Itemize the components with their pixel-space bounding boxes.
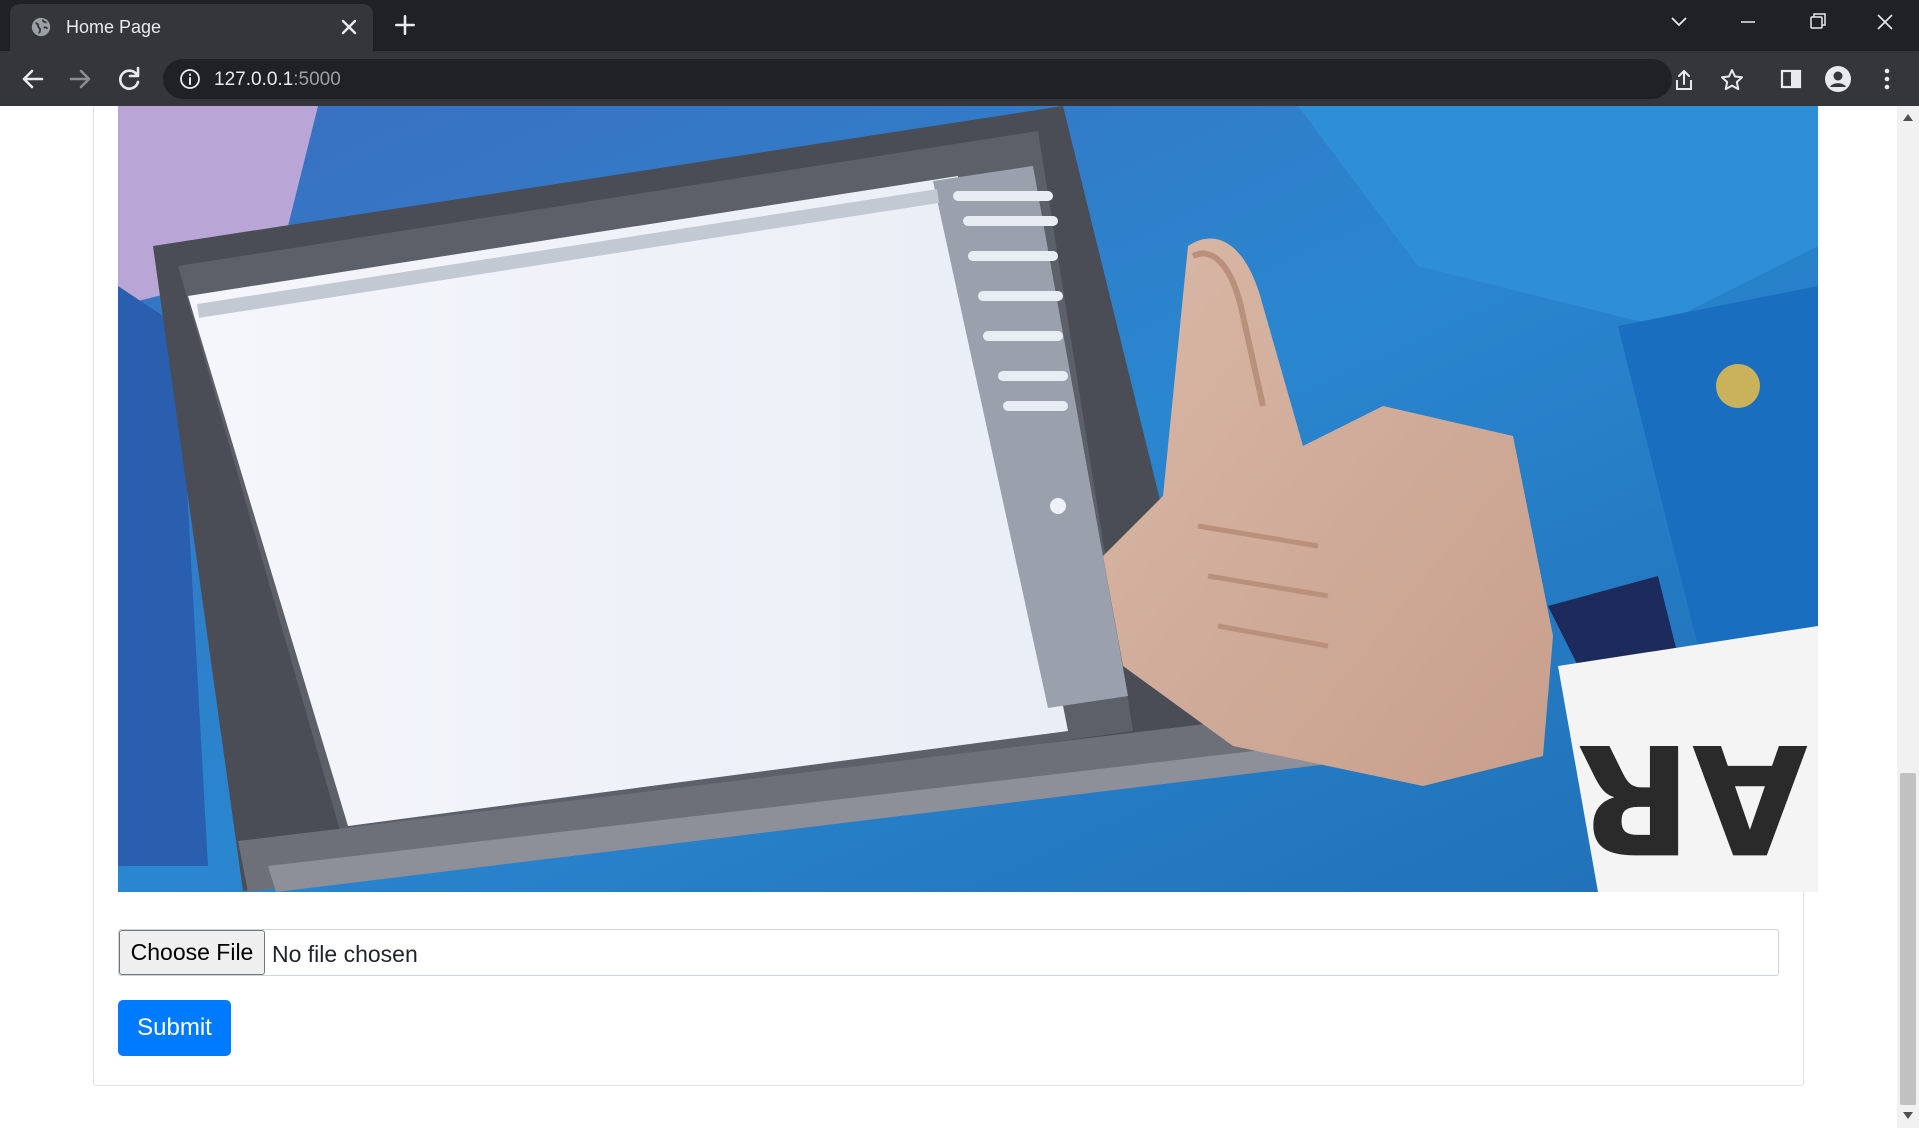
scroll-up-arrow-icon[interactable]	[1902, 112, 1914, 122]
uploaded-photo: AR	[118, 106, 1818, 892]
site-info-icon[interactable]	[179, 68, 201, 90]
forward-arrow-icon[interactable]	[64, 63, 96, 95]
browser-tab[interactable]: Home Page	[10, 4, 373, 51]
reload-icon[interactable]	[113, 63, 145, 95]
tab-title: Home Page	[66, 17, 162, 37]
minimize-icon[interactable]	[1731, 8, 1765, 36]
side-panel-icon[interactable]	[1776, 64, 1806, 94]
scroll-down-arrow-icon[interactable]	[1902, 1111, 1914, 1121]
address-bar[interactable]: 127.0.0.1:5000	[163, 59, 1743, 99]
url-text[interactable]: 127.0.0.1:5000	[214, 69, 341, 91]
globe-icon	[31, 17, 51, 37]
profile-avatar-icon[interactable]	[1823, 64, 1853, 94]
page-viewport: AR Choose File No file chosen Submit	[0, 106, 1897, 1128]
submit-button[interactable]: Submit	[118, 1000, 231, 1056]
share-icon[interactable]	[1671, 67, 1697, 93]
scrollbar-thumb[interactable]	[1900, 773, 1916, 1105]
menu-kebab-icon[interactable]	[1872, 64, 1902, 94]
tab-search-icon[interactable]	[1662, 8, 1696, 36]
svg-text:AR: AR	[1576, 710, 1808, 884]
bookmark-star-icon[interactable]	[1719, 67, 1745, 93]
browser-tabstrip: Home Page	[0, 0, 1919, 51]
back-arrow-icon[interactable]	[17, 63, 49, 95]
url-host: 127.0.0.1	[214, 69, 294, 90]
url-port: :5000	[293, 69, 341, 90]
browser-toolbar: 127.0.0.1:5000	[0, 51, 1919, 106]
vertical-scrollbar[interactable]	[1897, 106, 1919, 1128]
restore-icon[interactable]	[1800, 8, 1834, 36]
window-close-icon[interactable]	[1868, 8, 1902, 36]
file-status-text: No file chosen	[272, 941, 418, 967]
choose-file-button[interactable]: Choose File	[119, 930, 265, 975]
new-tab-icon[interactable]	[392, 12, 418, 38]
file-input[interactable]: Choose File No file chosen	[118, 929, 1779, 976]
close-icon[interactable]	[337, 15, 361, 39]
